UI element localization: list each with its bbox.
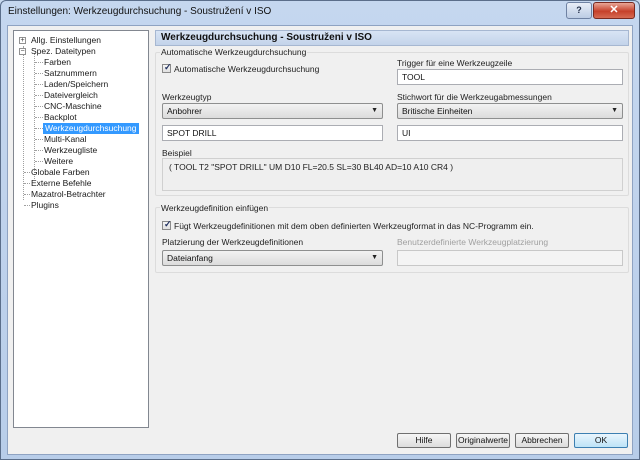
custom-placement-label: Benutzerdefinierte Werkzeugplatzierung bbox=[397, 237, 549, 247]
close-icon[interactable]: ✕ bbox=[593, 2, 635, 19]
tree-item-laden-speichern[interactable]: Laden/Speichern bbox=[44, 79, 108, 90]
trigger-label: Trigger für eine Werkzeugzeile bbox=[397, 58, 513, 68]
tooltype-text-input[interactable]: SPOT DRILL bbox=[162, 125, 383, 141]
tree-item-dateivergleich[interactable]: Dateivergleich bbox=[44, 90, 98, 101]
auto-search-group-title: Automatische Werkzeugdurchsuchung bbox=[160, 47, 308, 57]
tree-line bbox=[35, 84, 43, 85]
tree-item-globale-farben[interactable]: Globale Farben bbox=[31, 167, 90, 178]
placement-label: Platzierung der Werkzeugdefinitionen bbox=[162, 237, 304, 247]
help-button[interactable]: Hilfe bbox=[397, 433, 451, 448]
tree-line bbox=[24, 172, 30, 173]
keyword-label: Stichwort für die Werkzeugabmessungen bbox=[397, 92, 552, 102]
tree-item-backplot[interactable]: Backplot bbox=[44, 112, 77, 123]
tree-line bbox=[35, 117, 43, 118]
keyword-select-value: Britische Einheiten bbox=[402, 106, 473, 116]
tree-line bbox=[35, 150, 43, 151]
settings-tree[interactable]: + Allg. Einstellungen − Spez. Dateitypen… bbox=[13, 30, 149, 428]
chevron-down-icon: ▼ bbox=[371, 254, 378, 261]
tooltype-label: Werkzeugtyp bbox=[162, 92, 212, 102]
example-preview: ( TOOL T2 "SPOT DRILL" UM D10 FL=20.5 SL… bbox=[162, 158, 623, 191]
tree-line bbox=[35, 128, 43, 129]
window-title: Einstellungen: Werkzeugdurchsuchung - So… bbox=[8, 6, 272, 17]
tooltype-select-value: Anbohrer bbox=[167, 106, 202, 116]
custom-placement-input[interactable] bbox=[397, 250, 623, 266]
panel-title: Werkzeugdurchsuchung - Soustruženi v ISO bbox=[155, 30, 629, 46]
help-icon[interactable]: ? bbox=[566, 2, 592, 19]
insert-definition-group-title: Werkzeugdefinition einfügen bbox=[160, 203, 270, 213]
tree-line bbox=[35, 95, 43, 96]
tree-item-farben[interactable]: Farben bbox=[44, 57, 71, 68]
check-icon: ✓ bbox=[164, 62, 172, 72]
keyword-select[interactable]: Britische Einheiten ▼ bbox=[397, 103, 623, 119]
tree-line bbox=[35, 62, 43, 63]
placement-select[interactable]: Dateianfang ▼ bbox=[162, 250, 383, 266]
auto-search-checkbox-label: Automatische Werkzeugdurchsuchung bbox=[174, 64, 320, 74]
auto-search-checkbox[interactable]: ✓ bbox=[162, 62, 172, 73]
tree-item-spez-dateitypen[interactable]: Spez. Dateitypen bbox=[31, 46, 96, 57]
tree-item-satznummern[interactable]: Satznummern bbox=[44, 68, 97, 79]
tree-item-externe-befehle[interactable]: Externe Befehle bbox=[31, 178, 91, 189]
placement-select-value: Dateianfang bbox=[167, 253, 213, 263]
insert-definition-checkbox[interactable]: ✓ bbox=[162, 219, 172, 230]
chevron-down-icon: ▼ bbox=[371, 107, 378, 114]
tree-line bbox=[24, 194, 30, 195]
tree-item-werkzeugdurchsuchung[interactable]: Werkzeugdurchsuchung bbox=[43, 123, 139, 134]
tree-line bbox=[24, 205, 30, 206]
dialog-client: + Allg. Einstellungen − Spez. Dateitypen… bbox=[7, 25, 633, 455]
example-label: Beispiel bbox=[162, 148, 192, 158]
settings-window: Einstellungen: Werkzeugdurchsuchung - So… bbox=[0, 0, 640, 460]
tooltype-select[interactable]: Anbohrer ▼ bbox=[162, 103, 383, 119]
check-icon: ✓ bbox=[164, 219, 172, 229]
tree-line bbox=[35, 73, 43, 74]
tree-item-weitere[interactable]: Weitere bbox=[44, 156, 73, 167]
chevron-down-icon: ▼ bbox=[611, 107, 618, 114]
tree-line bbox=[35, 106, 43, 107]
ok-button[interactable]: OK bbox=[574, 433, 628, 448]
defaults-button[interactable]: Originalwerte bbox=[456, 433, 510, 448]
tree-item-mazatrol-betrachter[interactable]: Mazatrol-Betrachter bbox=[31, 189, 106, 200]
title-bar[interactable]: Einstellungen: Werkzeugdurchsuchung - So… bbox=[1, 1, 639, 23]
tree-line bbox=[23, 50, 24, 200]
tree-item-allg-einstellungen[interactable]: Allg. Einstellungen bbox=[31, 35, 101, 46]
tree-line bbox=[24, 183, 30, 184]
tree-item-cnc-maschine[interactable]: CNC-Maschine bbox=[44, 101, 102, 112]
tree-item-multi-kanal[interactable]: Multi-Kanal bbox=[44, 134, 87, 145]
insert-definition-checkbox-label: Fügt Werkzeugdefinitionen mit dem oben d… bbox=[174, 221, 534, 231]
trigger-input[interactable]: TOOL bbox=[397, 69, 623, 85]
tree-line bbox=[35, 161, 43, 162]
keyword-text-input[interactable]: UI bbox=[397, 125, 623, 141]
cancel-button[interactable]: Abbrechen bbox=[515, 433, 569, 448]
tree-item-plugins[interactable]: Plugins bbox=[31, 200, 59, 211]
tree-item-werkzeugliste[interactable]: Werkzeugliste bbox=[44, 145, 97, 156]
tree-line bbox=[35, 139, 43, 140]
expand-icon[interactable]: + bbox=[19, 37, 26, 44]
collapse-icon[interactable]: − bbox=[19, 48, 26, 55]
